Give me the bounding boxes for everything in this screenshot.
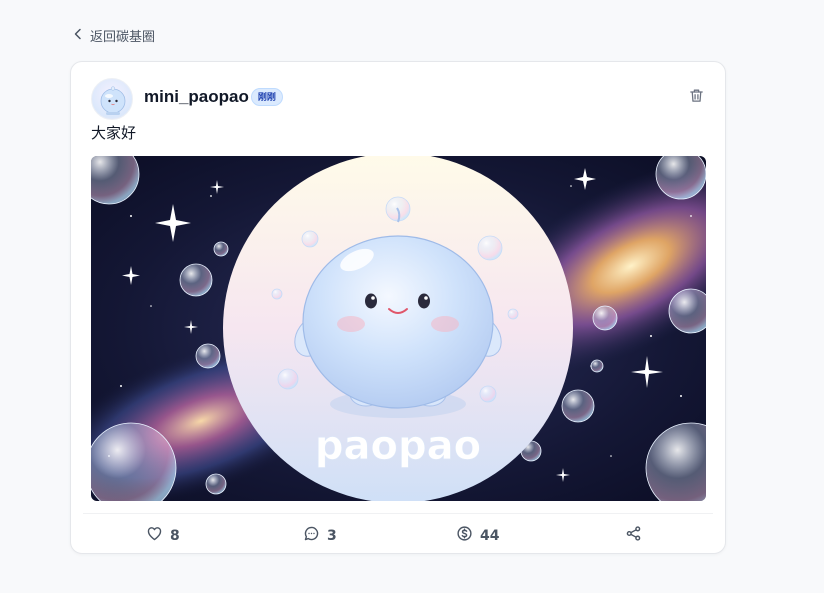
status-badge: 刚刚 bbox=[250, 88, 283, 106]
chevron-left-icon bbox=[72, 28, 84, 44]
heart-icon bbox=[146, 525, 163, 546]
delete-button[interactable] bbox=[685, 86, 707, 108]
share-icon bbox=[625, 525, 642, 546]
post-card: mini_paopao 刚刚 大家好 paopao 8 3 44 bbox=[70, 61, 726, 554]
avatar[interactable] bbox=[91, 78, 133, 120]
dollar-coin-icon bbox=[456, 525, 473, 546]
tip-button[interactable]: 44 bbox=[456, 525, 499, 546]
like-button[interactable]: 8 bbox=[146, 525, 180, 546]
back-link-label: 返回碳基圈 bbox=[90, 30, 156, 45]
like-count: 8 bbox=[170, 527, 180, 544]
comment-bubble-icon bbox=[303, 525, 320, 546]
image-caption-text: paopao bbox=[315, 423, 481, 469]
comment-button[interactable]: 3 bbox=[303, 525, 337, 546]
post-actions: 8 3 44 bbox=[71, 514, 725, 554]
post-text: 大家好 bbox=[91, 124, 137, 142]
share-button[interactable] bbox=[625, 525, 642, 546]
back-link[interactable]: 返回碳基圈 bbox=[72, 26, 155, 45]
tip-count: 44 bbox=[480, 527, 500, 544]
post-image[interactable]: paopao bbox=[91, 156, 706, 501]
post-header: mini_paopao 刚刚 bbox=[91, 78, 705, 120]
comment-count: 3 bbox=[327, 527, 337, 544]
author-username[interactable]: mini_paopao bbox=[144, 87, 249, 107]
page: 返回碳基圈 mini_paopao 刚刚 大家好 paopao 8 3 44 bbox=[0, 0, 824, 593]
trash-icon bbox=[688, 87, 705, 108]
author-name-row: mini_paopao 刚刚 bbox=[144, 87, 283, 107]
